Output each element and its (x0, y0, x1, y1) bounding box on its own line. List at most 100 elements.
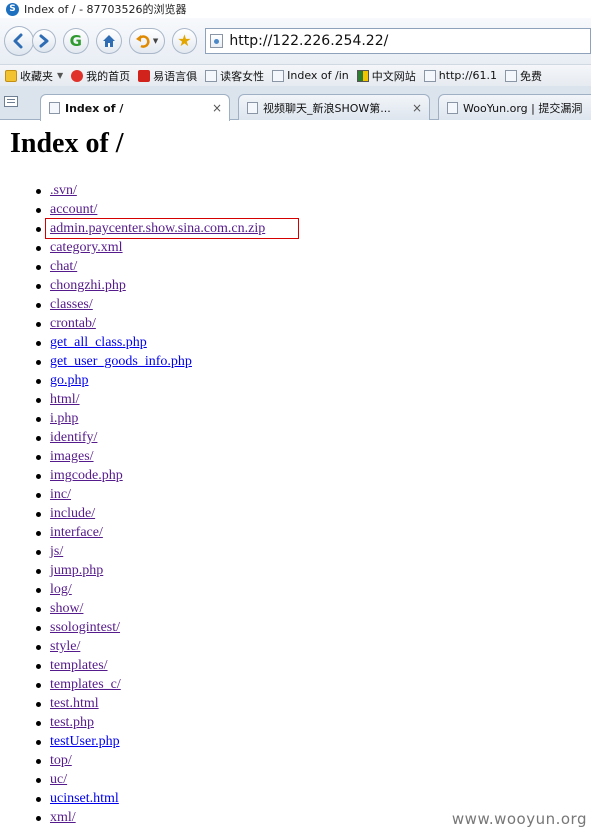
file-link[interactable]: templates_c/ (50, 677, 121, 692)
file-link[interactable]: uc/ (50, 772, 67, 787)
list-item: imgcode.php (35, 466, 265, 485)
close-icon[interactable]: × (412, 101, 422, 115)
bookmark-favorites[interactable]: 收藏夹 ▼ (5, 68, 63, 84)
file-link[interactable]: go.php (50, 373, 89, 388)
file-link[interactable]: js/ (50, 544, 63, 559)
bookmark-item[interactable]: 中文网站 (356, 68, 416, 84)
list-item: templates/ (35, 656, 265, 675)
file-link[interactable]: log/ (50, 582, 72, 597)
page-icon (447, 101, 458, 114)
list-item: chongzhi.php (35, 276, 265, 295)
tab-index-of[interactable]: Index of / × (40, 94, 230, 121)
favorite-button[interactable]: ★ (171, 28, 198, 54)
file-link[interactable]: identify/ (50, 430, 97, 445)
watermark: www.wooyun.org (451, 810, 587, 828)
file-link[interactable]: images/ (50, 449, 94, 464)
address-bar[interactable]: http://122.226.254.22/ (205, 28, 591, 54)
file-link[interactable]: top/ (50, 753, 72, 768)
file-link[interactable]: xml/ (50, 810, 76, 825)
bookmark-item[interactable]: 读客女性 (205, 68, 264, 84)
file-link[interactable]: category.xml (50, 240, 123, 255)
file-link[interactable]: i.php (50, 411, 78, 426)
tab-bar: Index of / × 视频聊天_新浪SHOW第... × WooYun.or… (0, 86, 591, 121)
file-link[interactable]: testUser.php (50, 734, 120, 749)
bookmark-label: 免费 (519, 69, 542, 83)
file-link[interactable]: chongzhi.php (50, 278, 126, 293)
file-link[interactable]: get_all_class.php (50, 335, 147, 350)
forward-button[interactable] (31, 29, 56, 53)
list-item: js/ (35, 542, 265, 561)
tab-wooyun[interactable]: WooYun.org | 提交漏洞 (438, 94, 591, 120)
chevron-down-icon: ▼ (57, 71, 64, 80)
bookmark-item[interactable]: http://61.1 (423, 69, 497, 82)
bookmarks-bar: 收藏夹 ▼ 我的首页 易语言俱 读客女性 Index of /in 中文网站 h… (0, 64, 591, 86)
file-link[interactable]: style/ (50, 639, 80, 654)
browser-logo-icon: S (6, 2, 19, 16)
list-item: uc/ (35, 770, 265, 789)
back-button[interactable] (4, 26, 34, 56)
list-item: top/ (35, 751, 265, 770)
bookmark-label: 我的首页 (86, 69, 131, 83)
tab-label: WooYun.org | 提交漏洞 (463, 101, 583, 115)
list-item: templates_c/ (35, 675, 265, 694)
file-link[interactable]: interface/ (50, 525, 103, 540)
list-item: ssologintest/ (35, 618, 265, 637)
refresh-button[interactable]: G (62, 28, 89, 54)
list-item: testUser.php (35, 732, 265, 751)
file-link[interactable]: account/ (50, 202, 97, 217)
file-link[interactable]: ssologintest/ (50, 620, 120, 635)
file-link[interactable]: show/ (50, 601, 83, 616)
list-item: identify/ (35, 428, 265, 447)
home-button[interactable] (95, 28, 122, 54)
bookmark-label: 中文网站 (371, 69, 416, 83)
file-link[interactable]: crontab/ (50, 316, 96, 331)
file-link[interactable]: inc/ (50, 487, 71, 502)
flag-icon (356, 69, 369, 82)
file-link[interactable]: test.php (50, 715, 94, 730)
list-item: i.php (35, 409, 265, 428)
undo-button[interactable]: ▼ (128, 28, 165, 54)
file-link[interactable]: get_user_goods_info.php (50, 354, 192, 369)
list-item: go.php (35, 371, 265, 390)
url-text[interactable]: http://122.226.254.22/ (229, 33, 388, 49)
bookmark-label: 读客女性 (220, 69, 265, 83)
bookmark-item[interactable]: 易语言俱 (138, 68, 197, 84)
page-icon (247, 101, 258, 114)
file-link[interactable]: jump.php (50, 563, 103, 578)
bookmark-item[interactable]: 免费 (504, 68, 542, 84)
list-item: get_user_goods_info.php (35, 352, 265, 371)
file-link[interactable]: imgcode.php (50, 468, 123, 483)
undo-icon (135, 35, 150, 48)
navigation-toolbar: G ▼ ★ http://122.226.254.22/ (0, 18, 591, 64)
bookmark-label: 收藏夹 (20, 69, 53, 83)
file-link[interactable]: classes/ (50, 297, 93, 312)
file-link[interactable]: html/ (50, 392, 80, 407)
star-icon: ★ (177, 31, 192, 50)
file-link[interactable]: templates/ (50, 658, 108, 673)
home-icon (102, 35, 115, 47)
file-link[interactable]: ucinset.html (50, 791, 119, 806)
list-item: chat/ (35, 257, 265, 276)
file-link[interactable]: .svn/ (50, 183, 77, 198)
tab-sina-show[interactable]: 视频聊天_新浪SHOW第... × (238, 94, 430, 120)
list-item: ucinset.html (35, 789, 265, 808)
tab-list-icon[interactable] (4, 96, 18, 107)
list-item: interface/ (35, 523, 265, 542)
bookmark-item[interactable]: 我的首页 (71, 68, 130, 84)
list-item: admin.paycenter.show.sina.com.cn.zip (35, 219, 265, 238)
chevron-down-icon: ▼ (152, 37, 159, 45)
page-title: Index of / (10, 128, 124, 159)
file-link[interactable]: include/ (50, 506, 95, 521)
file-link[interactable]: test.html (50, 696, 99, 711)
page-icon (205, 69, 218, 82)
file-link[interactable]: chat/ (50, 259, 77, 274)
list-item: style/ (35, 637, 265, 656)
weibo-icon (71, 69, 84, 82)
close-icon[interactable]: × (212, 101, 222, 115)
bookmark-item[interactable]: Index of /in (272, 69, 349, 82)
title-bar: S Index of / - 87703526的浏览器 (0, 0, 591, 18)
window-title: Index of / - 87703526的浏览器 (24, 3, 187, 16)
page-icon (272, 69, 285, 82)
forward-arrow-icon (39, 34, 49, 48)
file-link[interactable]: admin.paycenter.show.sina.com.cn.zip (50, 221, 265, 236)
